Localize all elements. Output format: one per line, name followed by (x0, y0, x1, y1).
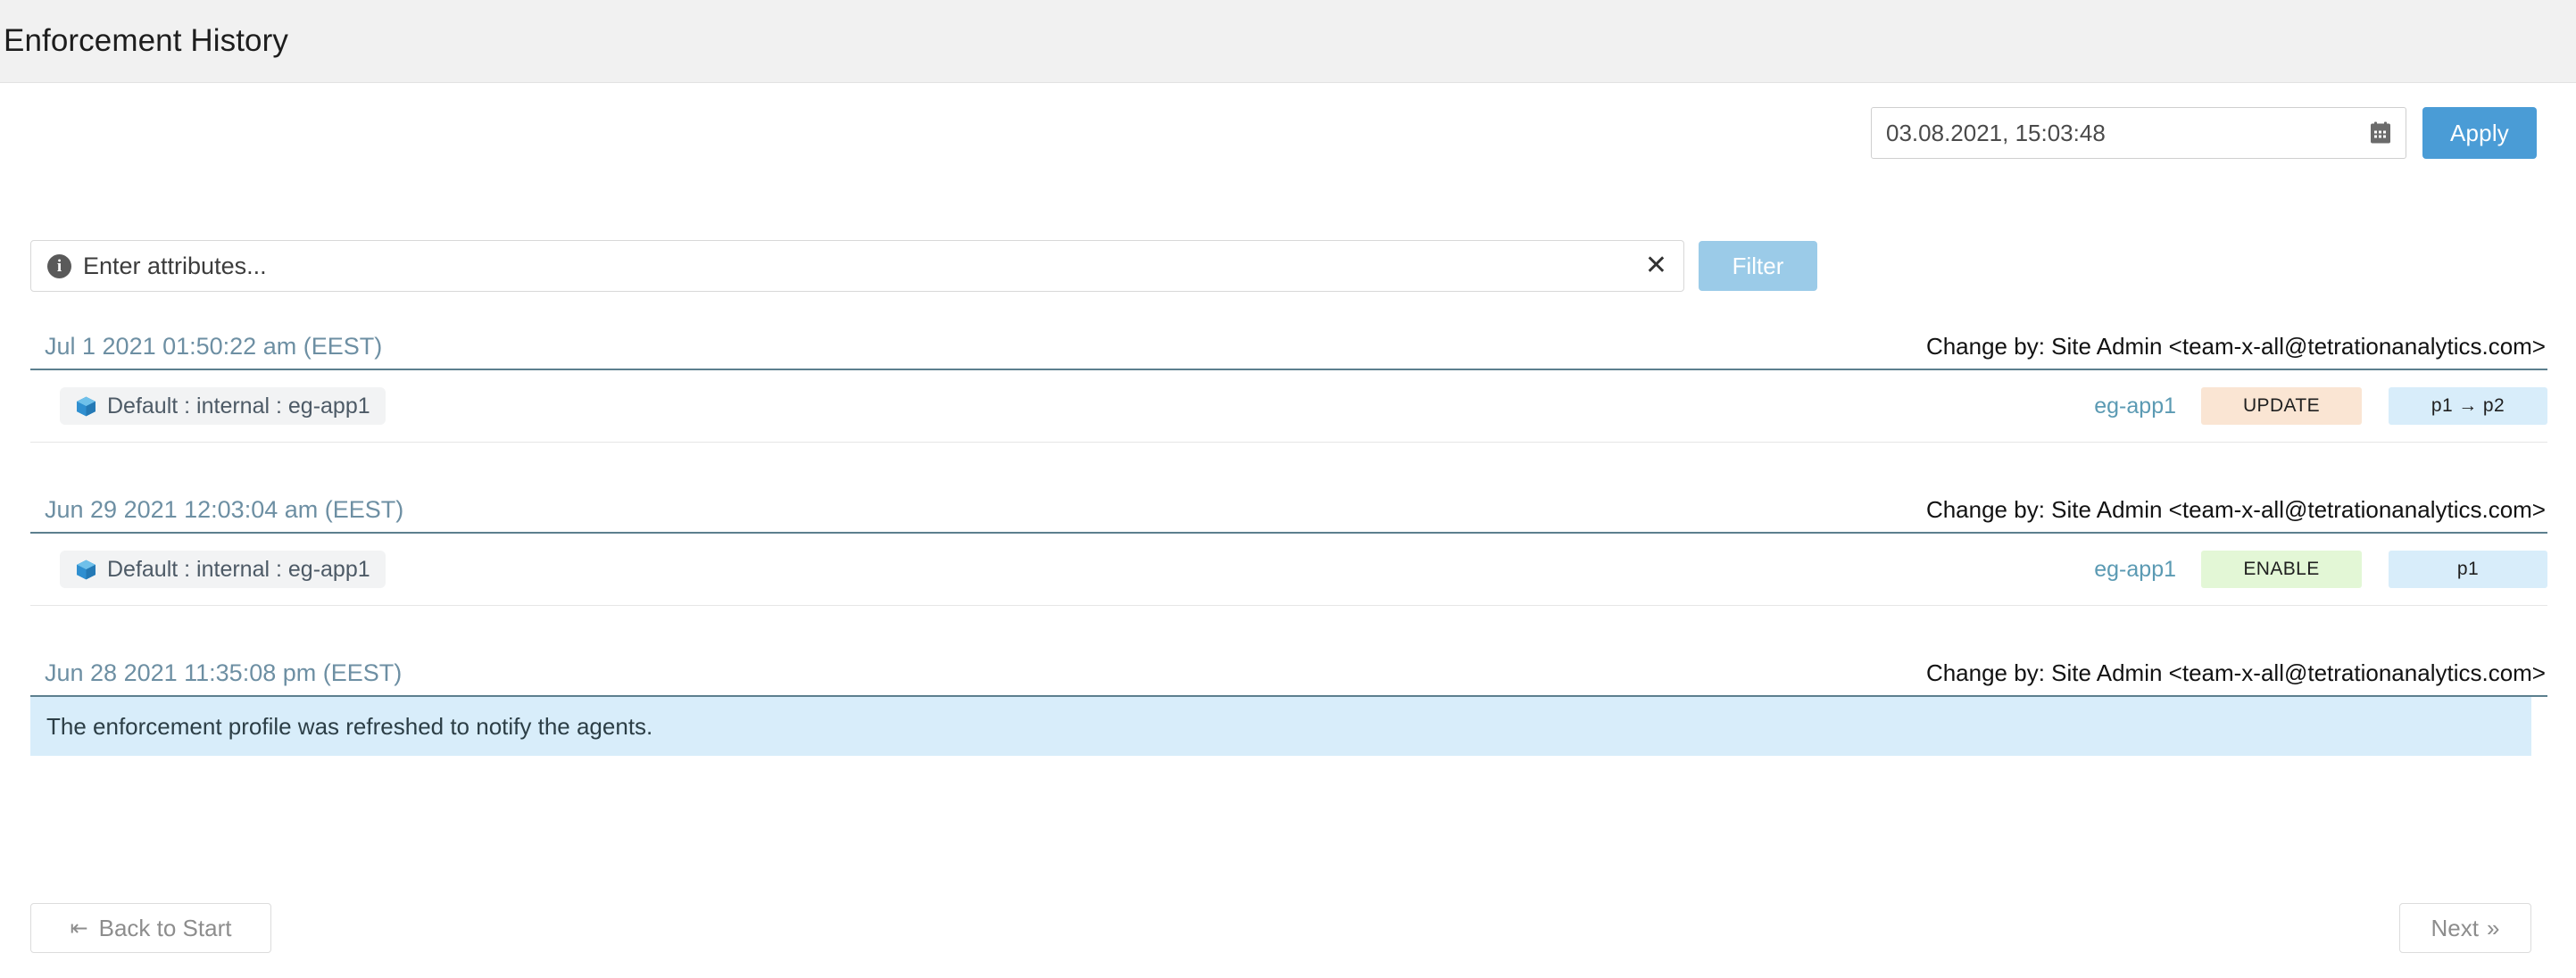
application-link[interactable]: eg-app1 (2094, 557, 2176, 583)
entry-author: Change by: Site Admin <team-x-all@tetrat… (1925, 659, 2546, 686)
chevron-right-icon: » (2487, 914, 2500, 941)
cube-icon (75, 395, 97, 418)
entry-timestamp[interactable]: Jun 29 2021 12:03:04 am (EEST) (45, 496, 403, 524)
entry-header: Jul 1 2021 01:50:22 am (EEST) Change by:… (30, 333, 2547, 370)
date-range-input[interactable]: 03.08.2021, 15:03:48 (1871, 107, 2406, 159)
apply-button[interactable]: Apply (2422, 107, 2537, 159)
enforcement-history-list: Jul 1 2021 01:50:22 am (EEST) Change by:… (30, 333, 2547, 756)
application-link[interactable]: eg-app1 (2094, 394, 2176, 419)
cube-icon (75, 559, 97, 581)
page-title: Enforcement History (4, 23, 288, 58)
history-entry: Jun 28 2021 11:35:08 pm (EEST) Change by… (30, 659, 2547, 756)
page-header: Enforcement History (0, 0, 2576, 83)
scope-label: Default : internal : eg-app1 (107, 556, 370, 582)
back-to-start-icon: ⇤ (70, 916, 88, 941)
entry-spacer (30, 443, 2547, 496)
filter-button[interactable]: Filter (1699, 241, 1817, 291)
entry-header: Jun 29 2021 12:03:04 am (EEST) Change by… (30, 496, 2547, 534)
history-entry: Jun 29 2021 12:03:04 am (EEST) Change by… (30, 496, 2547, 606)
close-icon[interactable]: ✕ (1645, 253, 1667, 279)
history-entry: Jul 1 2021 01:50:22 am (EEST) Change by:… (30, 333, 2547, 443)
date-range-value: 03.08.2021, 15:03:48 (1886, 119, 2106, 146)
back-to-start-button[interactable]: ⇤ Back to Start (30, 903, 271, 953)
attributes-placeholder: Enter attributes... (83, 252, 267, 279)
scope-chip[interactable]: Default : internal : eg-app1 (60, 551, 386, 588)
filter-controls: i Enter attributes... ✕ Filter (30, 240, 1817, 292)
entry-body: Default : internal : eg-app1 eg-app1 ENA… (30, 534, 2547, 606)
info-icon[interactable]: i (47, 253, 71, 278)
action-badge: ENABLE (2201, 551, 2362, 588)
action-badge: UPDATE (2201, 387, 2362, 425)
entry-author: Change by: Site Admin <team-x-all@tetrat… (1925, 333, 2546, 360)
entry-body: Default : internal : eg-app1 eg-app1 UPD… (30, 370, 2547, 443)
entry-spacer (30, 606, 2547, 659)
next-page-button[interactable]: Next » (2399, 903, 2531, 953)
next-page-label: Next (2431, 914, 2479, 941)
profile-change-badge: p1 → p2 (2389, 387, 2547, 425)
entry-timestamp[interactable]: Jul 1 2021 01:50:22 am (EEST) (45, 333, 382, 361)
content-card: 03.08.2021, 15:03:48 Apply i Enter attri… (12, 83, 2564, 978)
pagination-controls: ⇤ Back to Start Next » (30, 903, 2531, 953)
scope-label: Default : internal : eg-app1 (107, 393, 370, 419)
date-range-controls: 03.08.2021, 15:03:48 Apply (1871, 107, 2537, 159)
entry-author: Change by: Site Admin <team-x-all@tetrat… (1925, 496, 2546, 523)
back-to-start-label: Back to Start (98, 914, 232, 941)
entry-change-summary: eg-app1 UPDATE p1 → p2 (2094, 387, 2547, 425)
entry-timestamp[interactable]: Jun 28 2021 11:35:08 pm (EEST) (45, 659, 402, 687)
scope-chip[interactable]: Default : internal : eg-app1 (60, 387, 386, 425)
notice-text: The enforcement profile was refreshed to… (46, 712, 653, 740)
calendar-icon[interactable] (2370, 121, 2391, 145)
profile-change-badge: p1 (2389, 551, 2547, 588)
entry-header: Jun 28 2021 11:35:08 pm (EEST) Change by… (30, 659, 2547, 697)
entry-change-summary: eg-app1 ENABLE p1 (2094, 551, 2547, 588)
attributes-input[interactable]: i Enter attributes... ✕ (30, 240, 1684, 292)
notice-banner: The enforcement profile was refreshed to… (30, 697, 2531, 756)
